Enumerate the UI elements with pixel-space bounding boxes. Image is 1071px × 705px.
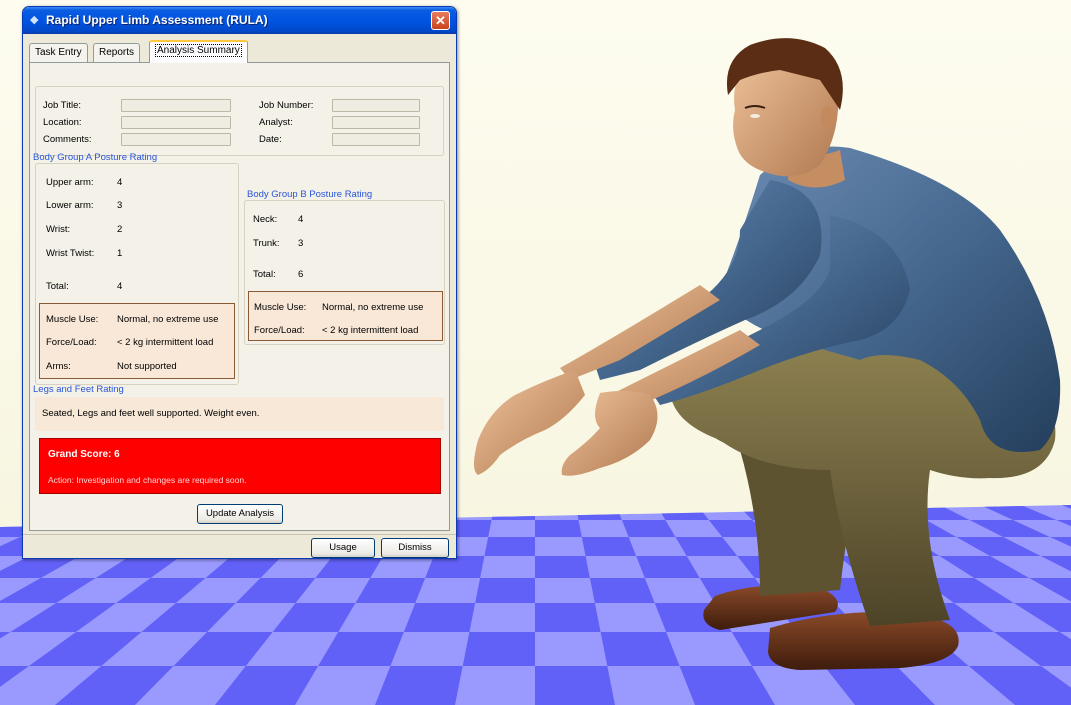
upper-arm-label: Upper arm:	[46, 177, 94, 188]
rula-dialog: ◆ Rapid Upper Limb Assessment (RULA) ✕ T…	[22, 6, 457, 559]
lower-arm-value: 3	[117, 200, 123, 211]
group-b-force-load-value: < 2 kg intermittent load	[322, 325, 419, 336]
location-field[interactable]	[121, 116, 231, 129]
close-icon: ✕	[435, 13, 446, 28]
group-b-title: Body Group B Posture Rating	[247, 189, 373, 200]
group-b-muscle-use-value: Normal, no extreme use	[322, 302, 424, 313]
tab-task-entry[interactable]: Task Entry	[29, 43, 88, 62]
upper-arm-value: 4	[117, 177, 123, 188]
group-a-muscle-use-label: Muscle Use:	[46, 314, 99, 325]
window-title: Rapid Upper Limb Assessment (RULA)	[46, 13, 268, 27]
usage-button[interactable]: Usage	[311, 538, 375, 558]
group-b-muscle-use-label: Muscle Use:	[254, 302, 307, 313]
tab-label: Reports	[99, 47, 135, 58]
analyst-field[interactable]	[332, 116, 420, 129]
dismiss-button[interactable]: Dismiss	[381, 538, 449, 558]
neck-value: 4	[298, 214, 304, 225]
date-field[interactable]	[332, 133, 420, 146]
update-analysis-button[interactable]: Update Analysis	[197, 504, 283, 524]
floor-tile	[403, 603, 476, 632]
bottom-bar: Usage Dismiss	[23, 534, 456, 558]
floor-tile	[600, 632, 680, 666]
arms-label: Arms:	[46, 361, 71, 372]
arms-value: Not supported	[117, 361, 177, 372]
floor-tile	[425, 556, 485, 578]
comments-label: Comments:	[43, 134, 92, 145]
floor-tile	[535, 556, 590, 578]
analyst-label: Analyst:	[259, 117, 293, 128]
floor-tile	[462, 632, 535, 666]
trunk-value: 3	[298, 238, 304, 249]
group-a-total-label: Total:	[46, 281, 69, 292]
job-title-label: Job Title:	[43, 100, 82, 111]
grand-score-title: Grand Score: 6	[48, 449, 120, 460]
tab-label: Task Entry	[35, 47, 82, 58]
tab-reports[interactable]: Reports	[93, 43, 141, 62]
group-b-force-load-label: Force/Load:	[254, 325, 305, 336]
tab-analysis-summary[interactable]: Analysis Summary	[149, 40, 248, 63]
group-a-total-value: 4	[117, 281, 123, 292]
group-b-total-label: Total:	[253, 269, 276, 280]
floor-tile	[535, 603, 601, 632]
group-a-title: Body Group A Posture Rating	[33, 152, 158, 163]
job-title-field[interactable]	[121, 99, 231, 112]
floor-tile	[475, 578, 535, 603]
lower-arm-label: Lower arm:	[46, 200, 94, 211]
grand-score-box: Grand Score: 6 Action: Investigation and…	[39, 438, 441, 494]
grand-score-action: Action: Investigation and changes are re…	[48, 475, 247, 485]
legs-value: Seated, Legs and feet well supported. We…	[42, 408, 260, 419]
group-a-force-load-value: < 2 kg intermittent load	[117, 337, 214, 348]
neck-label: Neck:	[253, 214, 278, 225]
job-number-field[interactable]	[332, 99, 420, 112]
analysis-summary-panel: Job Title: Location: Comments: Job Numbe…	[29, 62, 450, 531]
wrist-twist-label: Wrist Twist:	[46, 248, 95, 259]
floor-tile	[589, 578, 655, 603]
wrist-value: 2	[117, 224, 123, 235]
floor-tile	[535, 520, 582, 537]
title-bar[interactable]: ◆ Rapid Upper Limb Assessment (RULA) ✕	[23, 7, 456, 34]
group-a-force-load-label: Force/Load:	[46, 337, 97, 348]
wrist-twist-value: 1	[117, 248, 123, 259]
floor-tile	[375, 666, 463, 705]
floor-tile	[484, 537, 535, 556]
floor-tile	[535, 666, 615, 705]
tab-label: Analysis Summary	[155, 44, 242, 57]
group-a-muscle-use-value: Normal, no extreme use	[117, 314, 219, 325]
job-number-label: Job Number:	[259, 100, 314, 111]
comments-field[interactable]	[121, 133, 231, 146]
app-icon: ◆	[30, 14, 39, 26]
date-label: Date:	[259, 134, 282, 145]
floor-tile	[581, 537, 637, 556]
close-button[interactable]: ✕	[431, 11, 450, 30]
group-b-total-value: 6	[298, 269, 304, 280]
trunk-label: Trunk:	[253, 238, 280, 249]
location-label: Location:	[43, 117, 82, 128]
legs-title: Legs and Feet Rating	[33, 384, 124, 395]
wrist-label: Wrist:	[46, 224, 71, 235]
